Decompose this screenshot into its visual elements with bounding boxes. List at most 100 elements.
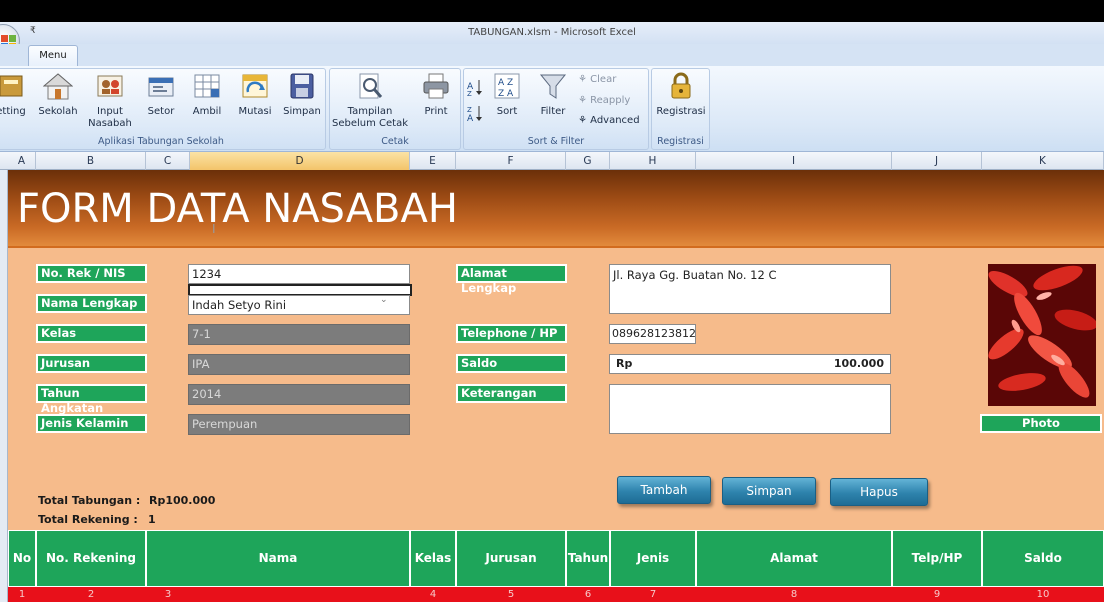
ambil-button[interactable]: Ambil <box>186 72 228 118</box>
clear-label: Clear <box>590 74 617 85</box>
saldo-currency: Rp <box>616 357 633 370</box>
transfer-icon <box>240 72 270 100</box>
label-alamat: Alamat Lengkap <box>456 264 567 295</box>
printer-icon <box>421 72 451 100</box>
jurusan-field[interactable]: IPA <box>188 354 410 375</box>
sekolah-button[interactable]: Sekolah <box>36 72 80 118</box>
column-number: 3 <box>164 589 172 600</box>
print-preview-icon <box>355 72 385 100</box>
keterangan-field[interactable] <box>609 384 891 434</box>
group-label-cetak: Cetak <box>381 136 409 147</box>
total-tabungan-value: Rp100.000 <box>149 494 216 507</box>
funnel-icon <box>538 72 568 100</box>
sort-az-icon: A ZZ A <box>492 72 522 100</box>
advanced-label: Advanced <box>590 115 640 126</box>
label-tahun: Tahun Angkatan <box>36 384 147 415</box>
column-header[interactable]: E <box>410 152 456 170</box>
clear-button[interactable]: ⚘ Clear <box>578 74 616 85</box>
mutasi-button[interactable]: Mutasi <box>234 72 276 118</box>
saldo-amount: 100.000 <box>833 357 884 370</box>
hapus-button[interactable]: Hapus <box>830 478 928 506</box>
table-header-no-rekening: No. Rekening <box>36 530 146 587</box>
column-header[interactable]: J <box>892 152 982 170</box>
group-label-sort-filter: Sort & Filter <box>527 136 585 147</box>
page-title: FORM DATA NASABAH <box>17 186 458 232</box>
nama-field[interactable]: Indah Setyo Rini <box>188 295 410 315</box>
column-number: 8 <box>790 589 798 600</box>
column-header[interactable]: F <box>456 152 566 170</box>
label-keterangan: Keterangan <box>456 384 567 403</box>
tab-menu[interactable]: Menu <box>28 45 78 67</box>
tampilan-label-line1: Tampilan <box>347 106 393 117</box>
saldo-field[interactable]: Rp 100.000 <box>609 354 891 374</box>
filter-button[interactable]: Filter <box>534 72 572 118</box>
simpan-ribbon-button[interactable]: Simpan <box>280 72 324 118</box>
print-label: Print <box>424 106 448 117</box>
sort-label: Sort <box>496 106 518 117</box>
users-icon <box>95 72 125 100</box>
input-nasabah-button[interactable]: Input Nasabah <box>86 72 134 130</box>
label-saldo: Saldo <box>456 354 567 373</box>
print-button[interactable]: Print <box>414 72 458 118</box>
row-header-strip[interactable] <box>0 170 8 602</box>
table-header-saldo: Saldo <box>982 530 1104 587</box>
lock-icon <box>666 72 696 100</box>
sort-button[interactable]: A ZZ A Sort <box>488 72 526 118</box>
simpan-ribbon-label: Simpan <box>283 106 321 117</box>
tampilan-sebelum-cetak-button[interactable]: Tampilan Sebelum Cetak <box>332 72 408 130</box>
ambil-label: Ambil <box>192 106 222 117</box>
column-header[interactable]: I <box>696 152 892 170</box>
text-cursor-icon: I <box>212 222 216 236</box>
setor-button[interactable]: Setor <box>140 72 182 118</box>
tambah-button[interactable]: Tambah <box>617 476 711 504</box>
simpan-button[interactable]: Simpan <box>722 477 816 505</box>
column-number: 6 <box>584 589 592 600</box>
jenis-kelamin-field[interactable]: Perempuan <box>188 414 410 435</box>
column-header[interactable]: H <box>610 152 696 170</box>
svg-text:A Z: A Z <box>498 78 513 88</box>
label-telephone: Telephone / HP <box>456 324 567 343</box>
setting-button[interactable]: etting <box>0 72 28 118</box>
photo-image[interactable] <box>988 264 1096 406</box>
deposit-icon <box>146 72 176 100</box>
filter-label: Filter <box>540 106 566 117</box>
column-header[interactable]: K <box>982 152 1104 170</box>
sort-ascending-icon[interactable]: AZ <box>466 78 484 98</box>
svg-text:Z A: Z A <box>498 89 514 99</box>
table-header-telp: Telp/HP <box>892 530 982 587</box>
setting-icon <box>0 72 26 100</box>
tahun-field[interactable]: 2014 <box>188 384 410 405</box>
column-header[interactable]: G <box>566 152 610 170</box>
table-header-kelas: Kelas <box>410 530 456 587</box>
column-number: 7 <box>649 589 657 600</box>
svg-text:A: A <box>467 114 474 122</box>
column-header[interactable]: B <box>36 152 146 170</box>
input-label-line2: Nasabah <box>88 118 132 129</box>
sort-descending-icon[interactable]: ZA <box>466 104 484 124</box>
reapply-button[interactable]: ⚘ Reapply <box>578 95 630 106</box>
column-header[interactable]: A <box>8 152 36 170</box>
label-kelas: Kelas <box>36 324 147 343</box>
total-rekening-label: Total Rekening : <box>38 513 138 526</box>
telephone-field[interactable]: 089628123812 <box>609 324 696 344</box>
table-header-tahun: Tahun <box>566 530 610 587</box>
reapply-label: Reapply <box>590 95 631 106</box>
label-photo: Photo <box>980 414 1102 433</box>
label-jurusan: Jurusan <box>36 354 147 373</box>
group-label-registrasi: Registrasi <box>657 136 704 147</box>
registrasi-button[interactable]: Registrasi <box>654 72 708 118</box>
column-number: 2 <box>87 589 95 600</box>
advanced-filter-icon: ⚘ <box>578 115 591 126</box>
no-rek-field[interactable]: 1234 <box>188 264 410 284</box>
kelas-field[interactable]: 7-1 <box>188 324 410 345</box>
advanced-button[interactable]: ⚘ Advanced <box>578 115 640 126</box>
tampilan-label-line2: Sebelum Cetak <box>332 118 409 129</box>
column-header-selected[interactable]: D <box>190 152 410 170</box>
label-nama: Nama Lengkap <box>36 294 147 313</box>
chevron-down-icon[interactable]: ⌄ <box>380 295 388 305</box>
total-rekening-value: 1 <box>148 513 156 526</box>
alamat-field[interactable]: Jl. Raya Gg. Buatan No. 12 C <box>609 264 891 314</box>
column-number: 1 <box>18 589 26 600</box>
column-header[interactable]: C <box>146 152 190 170</box>
column-number: 9 <box>933 589 941 600</box>
